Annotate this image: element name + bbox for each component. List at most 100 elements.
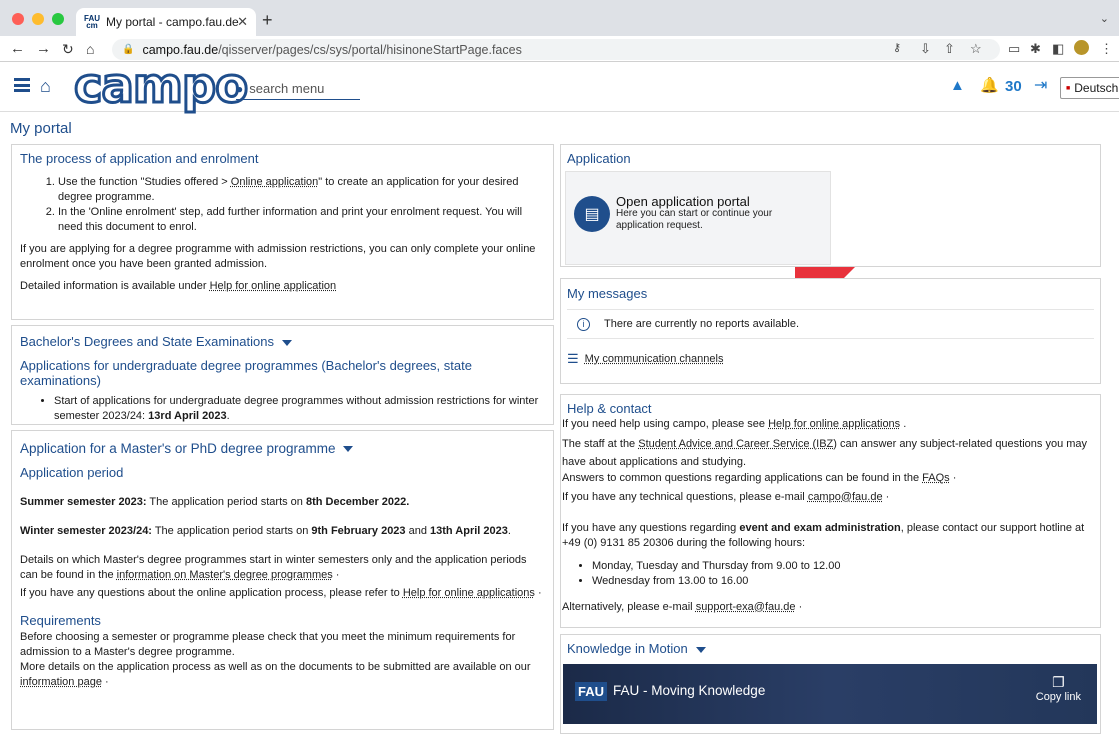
campo-logo[interactable]: campo <box>72 57 249 116</box>
home-icon[interactable]: ⌂ <box>40 76 51 97</box>
user-icon[interactable]: ▲ <box>950 77 965 94</box>
master-info-link[interactable]: information on Master's degree programme… <box>117 569 333 581</box>
help-online-application-link[interactable]: Help for online application <box>210 280 337 292</box>
winter-semester-text: Winter semester 2023/24: The application… <box>20 525 511 537</box>
sidepanel-icon[interactable]: ◧ <box>1052 41 1064 57</box>
master-questions-text: If you have any questions about the onli… <box>20 587 542 599</box>
process-panel: The process of application and enrolment… <box>11 144 554 320</box>
information-page-link[interactable]: information page <box>20 676 102 688</box>
help-line-2: The staff at the Student Advice and Care… <box>562 438 1088 468</box>
help-line-3: Answers to common questions regarding ap… <box>562 472 957 484</box>
language-label: Deutsch <box>1074 81 1119 95</box>
campo-email-link[interactable]: campo@fau.de <box>808 491 883 503</box>
messages-title: My messages <box>567 286 648 301</box>
site-header: ⌂ campo ● search menu ▲ 🔔 30 ⇥ ■ Deutsch <box>0 57 1119 116</box>
requirements-more: More details on the application process … <box>20 661 531 688</box>
page-title: My portal <box>10 120 72 137</box>
tab-title: My portal - campo.fau.de <box>106 15 239 29</box>
chevron-down-icon <box>695 646 706 653</box>
process-step-1: Use the function "Studies offered > Onli… <box>58 175 545 205</box>
tile-description: Here you can start or continue your appl… <box>616 208 773 231</box>
back-icon[interactable]: ← <box>10 40 25 58</box>
help-line-5: If you have any questions regarding even… <box>562 522 1085 549</box>
notification-count[interactable]: 30 <box>1005 78 1022 95</box>
browser-tab[interactable]: FAU cm My portal - campo.fau.de ✕ <box>76 8 256 36</box>
process-title: The process of application and enrolment <box>20 151 259 166</box>
url-host: campo.fau.de <box>142 42 219 57</box>
profile-avatar[interactable] <box>1074 40 1089 55</box>
hours-item: Monday, Tuesday and Thursday from 9.00 t… <box>592 559 1098 574</box>
knowledge-panel: Knowledge in Motion FAU FAU - Moving Kno… <box>560 634 1101 734</box>
open-application-portal-tile[interactable]: ▤ Open application portal Here you can s… <box>565 171 831 265</box>
campo-app: ⌂ campo ● search menu ▲ 🔔 30 ⇥ ■ Deutsch … <box>0 57 1119 734</box>
summer-semester-text: Summer semester 2023: The application pe… <box>20 496 410 508</box>
help-title: Help & contact <box>567 401 652 416</box>
menu-hamburger-icon[interactable] <box>14 78 30 92</box>
search-icon: ● <box>236 81 244 96</box>
help-online-applications-link[interactable]: Help for online applications <box>768 418 900 430</box>
video-embed[interactable]: FAU FAU - Moving Knowledge ❐ Copy link <box>563 664 1097 724</box>
master-details-text: Details on which Master's degree program… <box>20 554 527 581</box>
german-flag-icon: ■ <box>1066 84 1071 92</box>
help-line-4: If you have any technical questions, ple… <box>562 491 890 503</box>
share-icon[interactable]: ⇧ <box>944 41 955 57</box>
messages-panel: My messages i There are currently no rep… <box>560 278 1101 384</box>
copy-link-button[interactable]: ❐ Copy link <box>1036 674 1081 703</box>
help-alternative: Alternatively, please e-mail support-exa… <box>562 601 803 613</box>
knowledge-title[interactable]: Knowledge in Motion <box>567 641 1094 656</box>
process-step-2: In the 'Online enrolment' step, add furt… <box>58 205 545 235</box>
faqs-link[interactable]: FAQs <box>922 472 950 484</box>
url-path: /qisserver/pages/cs/sys/portal/hisinoneS… <box>218 42 522 57</box>
reading-list-icon[interactable]: ▭ <box>1008 41 1020 57</box>
search-menu-input[interactable]: ● search menu <box>236 78 360 100</box>
communication-channels-link[interactable]: My communication channels <box>585 352 724 367</box>
maximize-window-button[interactable] <box>52 13 64 25</box>
ibz-link[interactable]: Student Advice and Career Service (IBZ) <box>638 438 837 450</box>
new-tab-icon[interactable]: + <box>262 11 273 29</box>
hours-item: Wednesday from 13.00 to 16.00 <box>592 574 1098 589</box>
browser-home-icon[interactable]: ⌂ <box>86 40 94 58</box>
master-panel: Application for a Master's or PhD degree… <box>11 430 554 730</box>
video-title[interactable]: FAU - Moving Knowledge <box>613 683 765 698</box>
logout-icon[interactable]: ⇥ <box>1034 75 1047 95</box>
bachelor-subtitle: Applications for undergraduate degree pr… <box>20 358 472 388</box>
help-panel: Help & contact If you need help using ca… <box>560 394 1101 628</box>
process-paragraph: If you are applying for a degree program… <box>20 243 536 270</box>
support-exa-email-link[interactable]: support-exa@fau.de <box>696 601 796 613</box>
close-tab-icon[interactable]: ✕ <box>237 14 248 30</box>
key-icon[interactable]: ⚷ <box>893 41 901 54</box>
language-switch-button[interactable]: ■ Deutsch <box>1060 77 1119 99</box>
no-reports-text: There are currently no reports available… <box>604 317 800 330</box>
reload-icon[interactable]: ↻ <box>62 40 74 58</box>
bachelor-item: Start of applications for undergraduate … <box>54 394 545 424</box>
master-title[interactable]: Application for a Master's or PhD degree… <box>20 441 545 456</box>
communication-channels-row[interactable]: ☰ My communication channels <box>567 351 1094 367</box>
browser-menu-icon[interactable]: ⋮ <box>1100 41 1113 57</box>
bookmark-star-icon[interactable]: ☆ <box>970 41 982 57</box>
process-detail: Detailed information is available under … <box>20 280 337 292</box>
messages-info-row: i There are currently no reports availab… <box>567 309 1094 339</box>
bell-icon[interactable]: 🔔 <box>980 76 999 94</box>
extensions-icon[interactable]: ✱ <box>1030 41 1041 57</box>
requirements-title: Requirements <box>20 613 101 628</box>
online-application-link[interactable]: Online application <box>231 176 318 188</box>
help-online-applications-link[interactable]: Help for online applications <box>403 587 535 599</box>
address-bar[interactable]: 🔒 campo.fau.de/qisserver/pages/cs/sys/po… <box>112 39 1000 60</box>
search-placeholder: search menu <box>249 81 325 96</box>
close-window-button[interactable] <box>12 13 24 25</box>
application-title: Application <box>567 151 631 166</box>
application-period-title: Application period <box>20 465 124 480</box>
document-icon: ▤ <box>574 196 610 232</box>
browser-chrome: FAU cm My portal - campo.fau.de ✕ + ⌄ ← →… <box>0 0 1119 62</box>
forward-icon[interactable]: → <box>36 40 51 58</box>
install-icon[interactable]: ⇩ <box>920 41 931 57</box>
bachelor-title[interactable]: Bachelor's Degrees and State Examination… <box>20 334 545 349</box>
tile-title: Open application portal <box>616 194 750 209</box>
chevron-down-icon <box>281 339 292 346</box>
chevron-down-icon <box>343 446 354 453</box>
fau-favicon-icon: FAU cm <box>84 14 100 30</box>
copy-icon: ❐ <box>1052 674 1065 690</box>
minimize-window-button[interactable] <box>32 13 44 25</box>
application-panel: Application ▤ Open application portal He… <box>560 144 1101 267</box>
tab-list-chevron-icon[interactable]: ⌄ <box>1100 12 1109 25</box>
